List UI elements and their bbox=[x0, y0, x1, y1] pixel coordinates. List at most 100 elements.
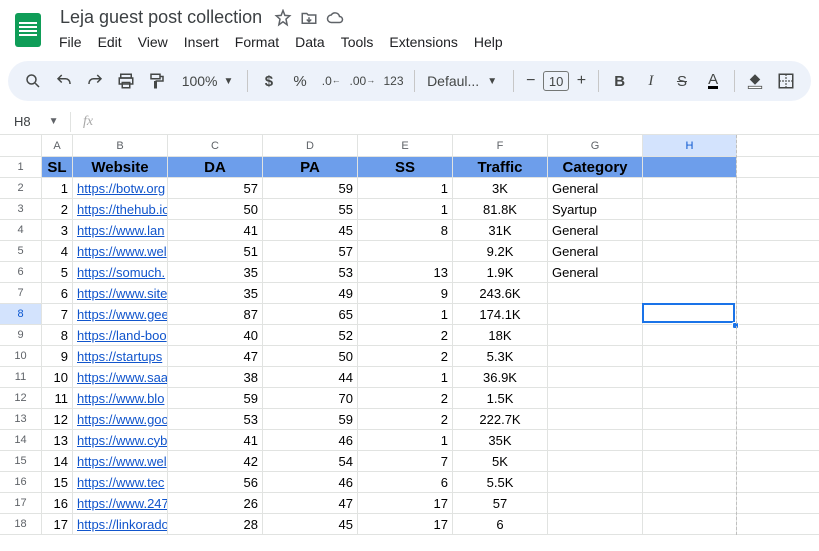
name-box[interactable]: H8▼ bbox=[8, 114, 66, 129]
cell[interactable]: 26 bbox=[168, 493, 263, 513]
cell[interactable] bbox=[643, 262, 737, 282]
cell[interactable]: 36.9K bbox=[453, 367, 548, 387]
cell[interactable]: https://thehub.io bbox=[73, 199, 168, 219]
header-cell[interactable]: Website bbox=[73, 157, 168, 177]
row-head-13[interactable]: 13 bbox=[0, 409, 42, 429]
cell[interactable]: 44 bbox=[263, 367, 358, 387]
cell[interactable]: 57 bbox=[263, 241, 358, 261]
cell[interactable]: 13 bbox=[358, 262, 453, 282]
row-head-18[interactable]: 18 bbox=[0, 514, 42, 534]
cell[interactable]: https://land-boo bbox=[73, 325, 168, 345]
fill-color-icon[interactable] bbox=[741, 66, 770, 96]
row-head-17[interactable]: 17 bbox=[0, 493, 42, 513]
cell[interactable]: 45 bbox=[263, 514, 358, 534]
cell[interactable]: 52 bbox=[263, 325, 358, 345]
print-icon[interactable] bbox=[111, 66, 140, 96]
cell[interactable]: 14 bbox=[42, 451, 73, 471]
cell[interactable]: https://www.gee bbox=[73, 304, 168, 324]
cell[interactable] bbox=[548, 304, 643, 324]
menu-format[interactable]: Format bbox=[228, 31, 286, 53]
cell[interactable] bbox=[358, 241, 453, 261]
cell[interactable]: 2 bbox=[358, 346, 453, 366]
cell[interactable]: 40 bbox=[168, 325, 263, 345]
row-head-3[interactable]: 3 bbox=[0, 199, 42, 219]
row-head-7[interactable]: 7 bbox=[0, 283, 42, 303]
row-head-16[interactable]: 16 bbox=[0, 472, 42, 492]
header-cell[interactable]: SS bbox=[358, 157, 453, 177]
col-head-F[interactable]: F bbox=[453, 135, 548, 156]
row-head-2[interactable]: 2 bbox=[0, 178, 42, 198]
cell[interactable]: 56 bbox=[168, 472, 263, 492]
increase-font-icon[interactable]: + bbox=[571, 72, 592, 90]
cell[interactable] bbox=[643, 388, 737, 408]
cell[interactable]: https://www.goo bbox=[73, 409, 168, 429]
cell[interactable]: https://botw.org bbox=[73, 178, 168, 198]
more-formats-icon[interactable]: 123 bbox=[379, 66, 408, 96]
cell[interactable]: 50 bbox=[168, 199, 263, 219]
cell[interactable]: 17 bbox=[358, 514, 453, 534]
cell[interactable] bbox=[643, 199, 737, 219]
cell[interactable]: 13 bbox=[42, 430, 73, 450]
header-cell[interactable]: PA bbox=[263, 157, 358, 177]
col-head-B[interactable]: B bbox=[73, 135, 168, 156]
cell[interactable] bbox=[548, 493, 643, 513]
cell[interactable]: 3 bbox=[42, 220, 73, 240]
cell[interactable] bbox=[643, 430, 737, 450]
cell[interactable]: 49 bbox=[263, 283, 358, 303]
cell[interactable]: https://www.247 bbox=[73, 493, 168, 513]
menu-data[interactable]: Data bbox=[288, 31, 332, 53]
cell[interactable]: 1 bbox=[358, 304, 453, 324]
cell[interactable]: 12 bbox=[42, 409, 73, 429]
cell[interactable] bbox=[548, 367, 643, 387]
cell[interactable]: 15 bbox=[42, 472, 73, 492]
cell[interactable]: General bbox=[548, 241, 643, 261]
search-icon[interactable] bbox=[18, 66, 47, 96]
strikethrough-icon[interactable]: S bbox=[667, 66, 696, 96]
doc-title[interactable]: Leja guest post collection bbox=[56, 6, 266, 29]
cell[interactable]: 46 bbox=[263, 430, 358, 450]
col-head-H[interactable]: H bbox=[643, 135, 737, 156]
cell[interactable]: 1.9K bbox=[453, 262, 548, 282]
cell[interactable]: 2 bbox=[358, 409, 453, 429]
cell[interactable]: 9 bbox=[42, 346, 73, 366]
cell[interactable]: 174.1K bbox=[453, 304, 548, 324]
cell[interactable]: 1 bbox=[358, 199, 453, 219]
cell[interactable]: 8 bbox=[358, 220, 453, 240]
row-head-1[interactable]: 1 bbox=[0, 157, 42, 177]
text-color-icon[interactable]: A bbox=[699, 66, 728, 96]
cell[interactable] bbox=[643, 325, 737, 345]
percent-icon[interactable]: % bbox=[286, 66, 315, 96]
decrease-decimal-icon[interactable]: .0← bbox=[317, 66, 346, 96]
star-icon[interactable] bbox=[274, 9, 292, 27]
cell[interactable] bbox=[643, 493, 737, 513]
cell[interactable] bbox=[643, 178, 737, 198]
cell[interactable]: 50 bbox=[263, 346, 358, 366]
row-head-12[interactable]: 12 bbox=[0, 388, 42, 408]
cell[interactable]: 54 bbox=[263, 451, 358, 471]
header-cell[interactable]: Traffic bbox=[453, 157, 548, 177]
cell[interactable]: 46 bbox=[263, 472, 358, 492]
row-head-4[interactable]: 4 bbox=[0, 220, 42, 240]
cell[interactable]: 35 bbox=[168, 283, 263, 303]
cell[interactable] bbox=[548, 514, 643, 534]
select-all-corner[interactable] bbox=[0, 135, 42, 156]
col-head-G[interactable]: G bbox=[548, 135, 643, 156]
cell[interactable]: 6 bbox=[42, 283, 73, 303]
row-head-10[interactable]: 10 bbox=[0, 346, 42, 366]
cell[interactable]: 1 bbox=[42, 178, 73, 198]
cell[interactable]: 59 bbox=[168, 388, 263, 408]
cell[interactable]: 1 bbox=[358, 430, 453, 450]
cell[interactable] bbox=[548, 472, 643, 492]
cell[interactable]: 55 bbox=[263, 199, 358, 219]
cell[interactable] bbox=[548, 451, 643, 471]
cell[interactable]: 9 bbox=[358, 283, 453, 303]
increase-decimal-icon[interactable]: .00→ bbox=[348, 66, 377, 96]
sheets-logo[interactable] bbox=[10, 12, 46, 48]
cell[interactable]: 2 bbox=[358, 325, 453, 345]
font-dropdown[interactable]: Defaul...▼ bbox=[421, 73, 507, 89]
cell[interactable]: 7 bbox=[358, 451, 453, 471]
cell[interactable]: Syartup bbox=[548, 199, 643, 219]
cell[interactable]: https://www.lan bbox=[73, 220, 168, 240]
cell[interactable]: 38 bbox=[168, 367, 263, 387]
cell[interactable]: 5K bbox=[453, 451, 548, 471]
